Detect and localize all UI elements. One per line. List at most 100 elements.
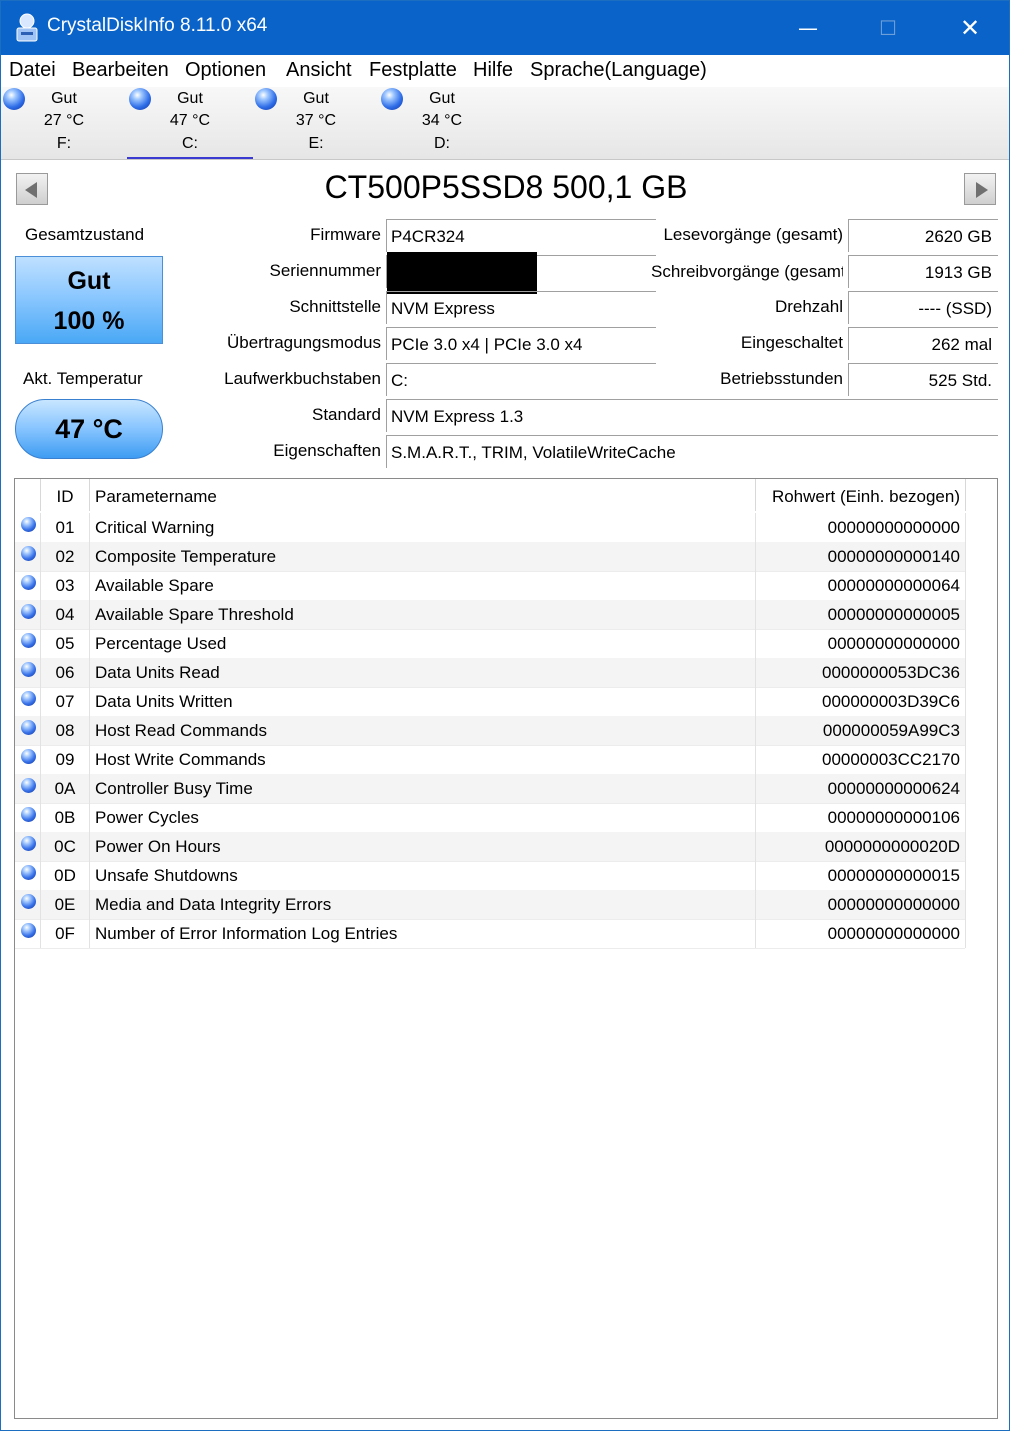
table-row[interactable]: 09 Host Write Commands 00000003CC2170 [15, 745, 965, 775]
attribute-id: 05 [55, 634, 75, 653]
status-dot-icon [21, 865, 36, 880]
total-reads-value: 2620 GB [848, 219, 998, 252]
table-row[interactable]: 02 Composite Temperature 00000000000140 [15, 542, 965, 572]
menu-datei[interactable]: Datei [9, 59, 56, 82]
rotation-rate-label: Drehzahl [774, 297, 843, 316]
health-label: Gesamtzustand [25, 225, 145, 244]
status-dot-icon [21, 894, 36, 909]
attribute-raw-value: 00000000000140 [827, 547, 960, 566]
column-divider[interactable] [965, 479, 966, 511]
column-separator [89, 513, 90, 948]
attribute-raw-value: 000000059A99C3 [822, 721, 960, 740]
total-reads-label: Lesevorgänge (gesamt) [663, 225, 843, 244]
table-row[interactable]: 01 Critical Warning 00000000000000 [15, 513, 965, 543]
drive-status: Gut [51, 90, 77, 107]
menu-optionen[interactable]: Optionen [185, 59, 266, 82]
table-row[interactable]: 0D Unsafe Shutdowns 00000000000015 [15, 861, 965, 891]
drive-status: Gut [429, 90, 455, 107]
temperature-label: Akt. Temperatur [23, 369, 143, 388]
menu-hilfe[interactable]: Hilfe [473, 59, 513, 82]
table-row[interactable]: 0F Number of Error Information Log Entrie… [15, 919, 965, 949]
temperature-value: 47 °C [55, 414, 123, 444]
column-divider[interactable] [755, 479, 756, 511]
drive-letter: E: [308, 135, 324, 152]
status-dot-icon [21, 691, 36, 706]
drive-letters-value: C: [386, 363, 656, 396]
smart-attributes-table[interactable]: ID Parametername Rohwert (Einh. bezogen)… [14, 478, 998, 1419]
status-dot-icon [21, 546, 36, 561]
drive-tab-c[interactable]: Gut 47 °C C: [127, 87, 253, 159]
table-row[interactable]: 0A Controller Busy Time 00000000000624 [15, 774, 965, 804]
status-dot-icon [21, 807, 36, 822]
table-row[interactable]: 06 Data Units Read 0000000053DC36 [15, 658, 965, 688]
drive-temp: 47 °C [169, 112, 211, 129]
status-dot-icon [21, 604, 36, 619]
maximize-button[interactable]: ☐ [853, 1, 923, 55]
menu-ansicht[interactable]: Ansicht [286, 59, 352, 82]
attribute-id: 0C [54, 837, 76, 856]
table-row[interactable]: 04 Available Spare Threshold 0000000000000… [15, 600, 965, 630]
attribute-raw-value: 00000000000000 [827, 895, 960, 914]
status-dot-icon [21, 720, 36, 735]
attribute-name: Controller Busy Time [95, 779, 253, 798]
standard-value: NVM Express 1.3 [386, 399, 998, 432]
attribute-name: Power Cycles [95, 808, 199, 827]
firmware-value: P4CR324 [386, 219, 656, 252]
column-separator [40, 513, 41, 948]
drive-tab-f[interactable]: Gut 27 °C F: [1, 87, 127, 157]
window-title: CrystalDiskInfo 8.11.0 x64 [47, 15, 268, 36]
interface-label: Schnittstelle [289, 297, 381, 316]
total-writes-value: 1913 GB [848, 255, 998, 288]
column-header-id[interactable]: ID [41, 487, 89, 507]
drive-letter: C: [182, 135, 198, 152]
table-row[interactable]: 08 Host Read Commands 000000059A99C3 [15, 716, 965, 746]
table-row[interactable]: 0C Power On Hours 0000000000020D [15, 832, 965, 862]
attribute-id: 0A [54, 779, 76, 798]
status-dot-icon [21, 749, 36, 764]
attribute-name: Data Units Read [95, 663, 220, 682]
drive-temp: 27 °C [43, 112, 85, 129]
health-status-box[interactable]: Gut 100 % [15, 256, 163, 344]
drive-tab-d[interactable]: Gut 34 °C D: [379, 87, 505, 157]
drive-letters-label: Laufwerkbuchstaben [224, 369, 381, 388]
menu-festplatte[interactable]: Festplatte [369, 59, 457, 82]
drive-letter: D: [434, 135, 450, 152]
drive-tabs: Gut 27 °C F: Gut 47 °C C: Gut 37 °C E: G… [1, 87, 1009, 160]
attribute-name: Host Write Commands [95, 750, 266, 769]
column-separator [755, 513, 756, 948]
column-divider[interactable] [40, 479, 41, 511]
menu-sprache[interactable]: Sprache(Language) [530, 59, 707, 82]
attribute-raw-value: 00000000000015 [827, 866, 960, 885]
previous-drive-button[interactable] [16, 173, 48, 205]
title-bar[interactable]: CrystalDiskInfo 8.11.0 x64 — ☐ ✕ [1, 1, 1009, 55]
next-drive-button[interactable] [964, 173, 996, 205]
table-row[interactable]: 07 Data Units Written 000000003D39C6 [15, 687, 965, 717]
drive-tab-e[interactable]: Gut 37 °C E: [253, 87, 379, 157]
power-on-hours-value: 525 Std. [848, 363, 998, 396]
status-dot-icon [21, 836, 36, 851]
table-row[interactable]: 03 Available Spare 00000000000064 [15, 571, 965, 601]
minimize-button[interactable]: — [773, 1, 843, 55]
attribute-id: 0F [55, 924, 75, 943]
arrow-left-icon [25, 182, 37, 198]
column-header-name[interactable]: Parametername [95, 487, 217, 507]
power-on-count-value: 262 mal [848, 327, 998, 360]
menu-bearbeiten[interactable]: Bearbeiten [72, 59, 169, 82]
column-header-raw[interactable]: Rohwert (Einh. bezogen) [760, 487, 960, 507]
drive-status: Gut [177, 90, 203, 107]
attribute-id: 0E [54, 895, 76, 914]
temperature-box[interactable]: 47 °C [15, 399, 163, 459]
table-row[interactable]: 0B Power Cycles 00000000000106 [15, 803, 965, 833]
close-button[interactable]: ✕ [935, 1, 1005, 55]
drive-status: Gut [303, 90, 329, 107]
attribute-id: 0D [54, 866, 76, 885]
total-writes-label: Schreibvorgänge (gesamt) [651, 262, 843, 281]
health-percent: 100 % [53, 307, 125, 335]
status-dot-icon [21, 517, 36, 532]
attribute-id: 02 [55, 547, 75, 566]
table-row[interactable]: 0E Media and Data Integrity Errors 0000000… [15, 890, 965, 920]
attribute-id: 07 [55, 692, 75, 711]
column-divider[interactable] [89, 479, 90, 511]
table-row[interactable]: 05 Percentage Used 00000000000000 [15, 629, 965, 659]
attribute-raw-value: 00000000000106 [827, 808, 960, 827]
